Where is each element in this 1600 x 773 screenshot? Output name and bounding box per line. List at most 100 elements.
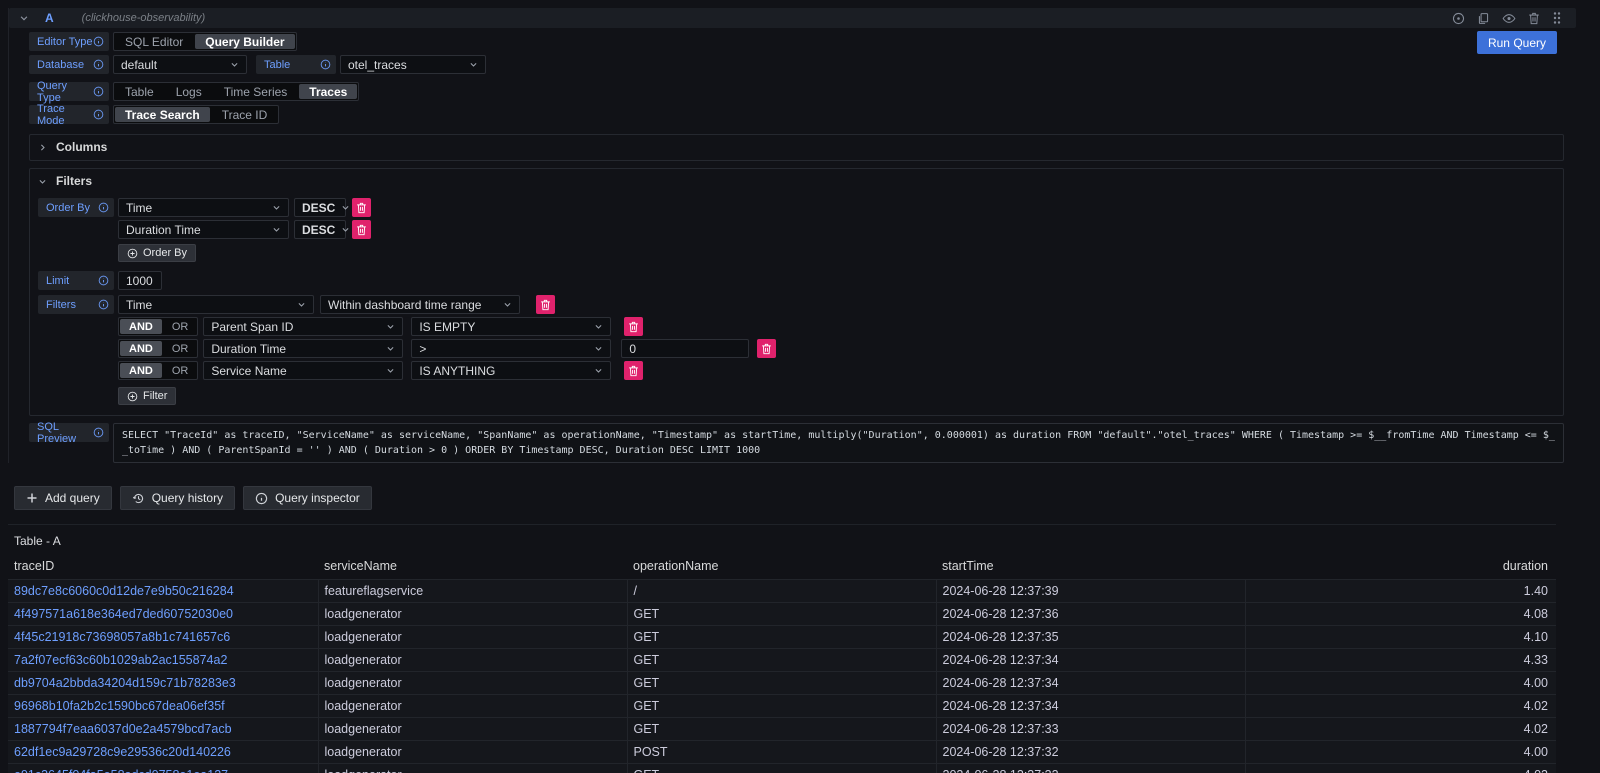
info-icon[interactable] (320, 59, 331, 70)
add-query-button[interactable]: Add query (14, 486, 112, 510)
add-order-by-button[interactable]: Order By (118, 244, 196, 262)
hide-query-icon[interactable] (1502, 12, 1516, 25)
remove-query-icon[interactable] (1528, 12, 1540, 25)
drag-handle-icon[interactable] (1552, 11, 1562, 25)
filter-operator-select[interactable]: IS EMPTY (411, 317, 611, 336)
filter-field-select[interactable]: Time (118, 295, 314, 314)
columns-section-label: Columns (56, 140, 107, 154)
info-icon[interactable] (98, 275, 109, 286)
duplicate-query-icon[interactable] (1477, 12, 1490, 25)
remove-filter-button[interactable] (624, 361, 643, 380)
collapse-query-chevron-icon[interactable] (19, 13, 29, 23)
start-time-cell: 2024-06-28 12:37:36 (936, 603, 1245, 626)
limit-input[interactable] (118, 271, 162, 290)
database-select[interactable]: default (113, 55, 247, 74)
chevron-down-icon (297, 300, 306, 309)
query-type-option-traces[interactable]: Traces (299, 84, 357, 99)
and-toggle[interactable]: AND (120, 319, 162, 334)
datasource-help-icon[interactable] (1452, 12, 1465, 25)
limit-row: Limit (38, 271, 1555, 290)
filter-operator-select[interactable]: > (411, 339, 611, 358)
column-header-traceid[interactable]: traceID (8, 555, 318, 580)
operation-name-cell: / (627, 580, 936, 603)
trace-mode-option-trace-search[interactable]: Trace Search (115, 107, 210, 122)
operation-name-cell: GET (627, 626, 936, 649)
table-header-row: traceID serviceName operationName startT… (8, 555, 1556, 580)
database-label: Database (29, 55, 109, 74)
trace-id-link[interactable]: 62df1ec9a29728c9e29536c20d140226 (8, 741, 318, 764)
remove-filter-button[interactable] (624, 317, 643, 336)
query-type-row: Query Type Table Logs Time Series Traces (29, 82, 1576, 101)
editor-type-option-sql-editor[interactable]: SQL Editor (115, 34, 193, 49)
chevron-down-icon (469, 60, 478, 69)
or-toggle[interactable]: OR (163, 362, 198, 379)
info-icon[interactable] (93, 109, 104, 120)
trace-id-link[interactable]: 1887794f7eaa6037d0e2a4579bcd7acb (8, 718, 318, 741)
trace-id-link[interactable]: 7a2f07ecf63c60b1029ab2ac155874a2 (8, 649, 318, 672)
chevron-down-icon (386, 366, 395, 375)
column-header-operationname[interactable]: operationName (627, 555, 936, 580)
query-inspector-button[interactable]: Query inspector (243, 486, 372, 510)
remove-order-by-button[interactable] (352, 198, 371, 217)
order-by-field-select[interactable]: Duration Time (118, 220, 289, 239)
filter-operator-select[interactable]: IS ANYTHING (411, 361, 611, 380)
info-icon[interactable] (93, 36, 104, 47)
filter-value-input[interactable] (621, 339, 749, 358)
trace-mode-option-trace-id[interactable]: Trace ID (212, 107, 278, 122)
query-type-option-table[interactable]: Table (115, 84, 164, 99)
filter-field-select[interactable]: Parent Span ID (203, 317, 403, 336)
trace-id-link[interactable]: e91c3645f04fa5e58adcd0758e1ea127 (8, 764, 318, 773)
and-toggle[interactable]: AND (120, 341, 162, 356)
duration-cell: 4.02 (1245, 695, 1556, 718)
query-history-button[interactable]: Query history (120, 486, 235, 510)
filters-section: Filters Order By Time (29, 168, 1564, 416)
trace-id-link[interactable]: db9704a2bbda34204d159c71b78283e3 (8, 672, 318, 695)
remove-filter-button[interactable] (757, 339, 776, 358)
filters-section-toggle[interactable]: Filters (38, 174, 1555, 188)
filter-field-select[interactable]: Service Name (203, 361, 403, 380)
filter-operator-select[interactable]: Within dashboard time range (320, 295, 520, 314)
duration-cell: 4.10 (1245, 626, 1556, 649)
trace-id-link[interactable]: 4f45c21918c73698057a8b1c741657c6 (8, 626, 318, 649)
chevron-down-icon (341, 203, 350, 212)
info-icon[interactable] (93, 427, 104, 438)
order-by-field-select[interactable]: Time (118, 198, 289, 217)
query-type-option-logs[interactable]: Logs (166, 84, 212, 99)
info-icon[interactable] (93, 59, 104, 70)
chevron-down-icon (594, 322, 603, 331)
query-row-header[interactable]: A (clickhouse-observability) (9, 8, 1576, 28)
trace-id-link[interactable]: 89dc7e8c6060c0d12de7e9b50c216284 (8, 580, 318, 603)
and-toggle[interactable]: AND (120, 363, 162, 378)
trace-id-link[interactable]: 96968b10fa2b2c1590bc67dea06ef35f (8, 695, 318, 718)
info-icon[interactable] (98, 299, 109, 310)
column-header-servicename[interactable]: serviceName (318, 555, 627, 580)
order-by-direction-select[interactable]: DESC (294, 198, 346, 217)
filter-condition-row: AND OR Service Name IS ANYTHING (118, 361, 1555, 380)
remove-filter-button[interactable] (536, 295, 555, 314)
or-toggle[interactable]: OR (163, 318, 198, 335)
info-icon[interactable] (98, 202, 109, 213)
info-icon[interactable] (93, 86, 104, 97)
columns-section-toggle[interactable]: Columns (38, 140, 1555, 154)
column-header-starttime[interactable]: startTime (936, 555, 1245, 580)
operation-name-cell: POST (627, 741, 936, 764)
filter-field-select[interactable]: Duration Time (203, 339, 403, 358)
query-type-option-time-series[interactable]: Time Series (214, 84, 298, 99)
operation-name-cell: GET (627, 672, 936, 695)
operation-name-cell: GET (627, 603, 936, 626)
run-query-button[interactable]: Run Query (1477, 31, 1557, 54)
add-filter-button[interactable]: Filter (118, 387, 176, 405)
conjunction-toggle: AND OR (118, 361, 198, 380)
table-select[interactable]: otel_traces (340, 55, 486, 74)
remove-order-by-button[interactable] (352, 220, 371, 239)
order-by-direction-select[interactable]: DESC (294, 220, 346, 239)
trace-id-link[interactable]: 4f497571a618e364ed7ded60752030e0 (8, 603, 318, 626)
results-table: traceID serviceName operationName startT… (8, 555, 1556, 773)
or-toggle[interactable]: OR (163, 340, 198, 357)
table-panel: Table - A traceID serviceName operationN… (8, 524, 1556, 773)
editor-type-option-query-builder[interactable]: Query Builder (195, 34, 294, 49)
chevron-right-icon (38, 143, 47, 152)
table-row: 62df1ec9a29728c9e29536c20d140226 loadgen… (8, 741, 1556, 764)
duration-cell: 4.33 (1245, 649, 1556, 672)
column-header-duration[interactable]: duration (1245, 555, 1556, 580)
